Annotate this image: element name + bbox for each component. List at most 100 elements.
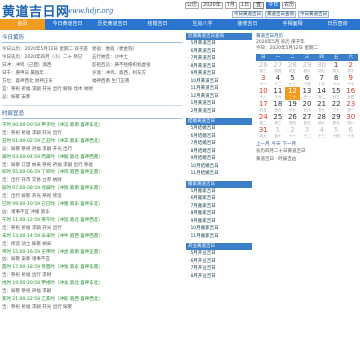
calendar-day[interactable]: 7 十五 (314, 74, 329, 87)
calendar-day[interactable]: 5 十三 (285, 74, 300, 87)
hour-detail: 吉：出行 开市 交易 立券 纳财 (2, 178, 62, 184)
calendar-day[interactable]: 1 初九 (329, 61, 344, 74)
calendar-day[interactable]: 1 初十 (271, 126, 286, 139)
calendar-day[interactable]: 29 初六 (300, 61, 315, 74)
calendar-day-today[interactable]: 12 二十 (285, 87, 300, 100)
calendar-day[interactable]: 6 十四 (300, 74, 315, 87)
list-item[interactable]: 7月开业吉日 (186, 265, 252, 273)
list-item[interactable]: 10月结婚吉日 (186, 163, 252, 171)
lunar-day: 三十 (332, 108, 340, 112)
today-link[interactable]: 今天 (272, 141, 281, 147)
nav-item-history[interactable]: 历史黄道吉日 (90, 19, 135, 30)
calendar-day[interactable]: 2 初十 (343, 61, 358, 74)
calendar-day[interactable]: 30 初八 (343, 113, 358, 126)
calendar-day[interactable]: 30 初七 (314, 61, 329, 74)
calendar-day[interactable]: 26 初四 (285, 113, 300, 126)
list-item[interactable]: 6月开业吉日 (186, 258, 252, 266)
prev-month-link[interactable]: 上一月 (256, 141, 270, 147)
list-item[interactable]: 6月结婚吉日 (186, 133, 252, 141)
nav-item-today[interactable]: 今日黄道吉日 (45, 19, 90, 30)
calendar-day[interactable]: 17 廿五 (256, 100, 271, 113)
list-item[interactable]: 11月结婚吉日 (186, 170, 252, 178)
calendar-day[interactable]: 31 初九 (256, 126, 271, 139)
quick-link[interactable]: 黄道吉日查询 (265, 11, 296, 18)
lunar-select[interactable]: 农历 (282, 2, 297, 9)
calendar-day[interactable]: 4 十三 (314, 126, 329, 139)
list-item[interactable]: 5月结婚吉日 (186, 125, 252, 133)
link-list: 5月搬家吉日 6月搬家吉日 7月搬家吉日 8月搬家吉日 9月搬家吉日 10月搬家… (186, 188, 252, 241)
section-title-hours: 时辰宜忌 (2, 109, 182, 119)
nav-item-home[interactable]: 首页 (0, 19, 45, 30)
calendar-day[interactable]: 13 廿一 (300, 87, 315, 100)
list-item[interactable]: 7月黄道吉日 (186, 55, 252, 63)
calendar-day[interactable]: 10 十八 (256, 87, 271, 100)
list-item[interactable]: 5月开业吉日 (186, 250, 252, 258)
calendar-day[interactable]: 25 初三 (271, 113, 286, 126)
nav-item-renovation[interactable]: 装修吉日 (225, 19, 270, 30)
list-item[interactable]: 9月黄道吉日 (186, 70, 252, 78)
calendar-day[interactable]: 27 初五 (300, 113, 315, 126)
day-number: 26 (287, 113, 297, 121)
calendar-day[interactable]: 28 初六 (314, 113, 329, 126)
calendar-day[interactable]: 3 十一 (256, 74, 271, 87)
list-item[interactable]: 9月搬家吉日 (186, 218, 252, 226)
list-item[interactable]: 8月开业吉日 (186, 273, 252, 281)
nav-item-zodiac[interactable]: 生肖八字 (180, 19, 225, 30)
calendar-day[interactable]: 28 初五 (285, 61, 300, 74)
day-select[interactable]: 1日 (238, 2, 252, 9)
month-select[interactable]: 7月 (224, 2, 237, 9)
calendar-day[interactable]: 15 廿三 (329, 87, 344, 100)
quick-link[interactable]: 今日黄道吉日 (232, 11, 263, 18)
query-button[interactable]: 查 (253, 2, 265, 9)
calendar-day[interactable]: 6 十五 (343, 126, 358, 139)
list-item[interactable]: 9月结婚吉日 (186, 155, 252, 163)
calendar-day[interactable]: 21 廿九 (314, 100, 329, 113)
list-item[interactable]: 5月黄道吉日 (186, 40, 252, 48)
site-logo[interactable]: 黄道吉日网 (2, 1, 70, 20)
calendar-day[interactable]: 29 初七 (329, 113, 344, 126)
day-number: 14 (317, 87, 327, 95)
nav-item-wedding[interactable]: 结婚吉日 (135, 19, 180, 30)
calendar-day[interactable]: 24 初二 (256, 113, 271, 126)
list-item[interactable]: 6月搬家吉日 (186, 195, 252, 203)
list-item[interactable]: 8月搬家吉日 (186, 210, 252, 218)
calendar-day[interactable]: 11 十九 (271, 87, 286, 100)
calendar-day[interactable]: 18 廿六 (271, 100, 286, 113)
list-item[interactable]: 1月黄道吉日 (186, 100, 252, 108)
list-item[interactable]: 11月搬家吉日 (186, 233, 252, 241)
list-item[interactable]: 10月黄道吉日 (186, 78, 252, 86)
today-button[interactable]: 今日 (266, 2, 281, 9)
list-item[interactable]: 12月黄道吉日 (186, 93, 252, 101)
list-item[interactable]: 10月搬家吉日 (186, 225, 252, 233)
calendar-day[interactable]: 8 十六 (329, 74, 344, 87)
list-item[interactable]: 7月结婚吉日 (186, 140, 252, 148)
list-item[interactable]: 8月结婚吉日 (186, 148, 252, 156)
calendar-day[interactable]: 4 十二 (271, 74, 286, 87)
year-select[interactable]: 2020年 (201, 2, 223, 9)
list-item[interactable]: 2月黄道吉日 (186, 108, 252, 116)
list-item[interactable]: 8月黄道吉日 (186, 63, 252, 71)
calendar-type-select[interactable]: 公历 (185, 2, 200, 9)
hour-title: 戌时 19:00-20:59 甲戌时（冲龙 煞北 喜神东北） (2, 281, 103, 287)
calendar-day[interactable]: 3 十二 (300, 126, 315, 139)
calendar-day[interactable]: 9 十七 (343, 74, 358, 87)
nav-item-palmistry[interactable]: 手相面相 (270, 19, 315, 30)
calendar-day[interactable]: 23 初一 (343, 100, 358, 113)
calendar-day[interactable]: 14 廿二 (314, 87, 329, 100)
calendar-day[interactable]: 5 十四 (329, 126, 344, 139)
calendar-day[interactable]: 22 三十 (329, 100, 344, 113)
calendar-day[interactable]: 26 初三 (256, 61, 271, 74)
link-list: 5月开业吉日 6月开业吉日 7月开业吉日 8月开业吉日 (186, 250, 252, 280)
quick-link[interactable]: 今日黄道吉日 (298, 11, 329, 18)
calendar-day[interactable]: 27 初四 (271, 61, 286, 74)
calendar-day[interactable]: 16 廿四 (343, 87, 358, 100)
calendar-day[interactable]: 20 廿八 (300, 100, 315, 113)
list-item[interactable]: 5月搬家吉日 (186, 188, 252, 196)
nav-item-calendar[interactable]: 日历查询 (315, 19, 360, 30)
calendar-day[interactable]: 19 廿七 (285, 100, 300, 113)
calendar-day[interactable]: 2 十一 (285, 126, 300, 139)
list-item[interactable]: 11月黄道吉日 (186, 85, 252, 93)
list-item[interactable]: 6月黄道吉日 (186, 48, 252, 56)
next-month-link[interactable]: 下一月 (283, 141, 297, 147)
list-item[interactable]: 7月搬家吉日 (186, 203, 252, 211)
